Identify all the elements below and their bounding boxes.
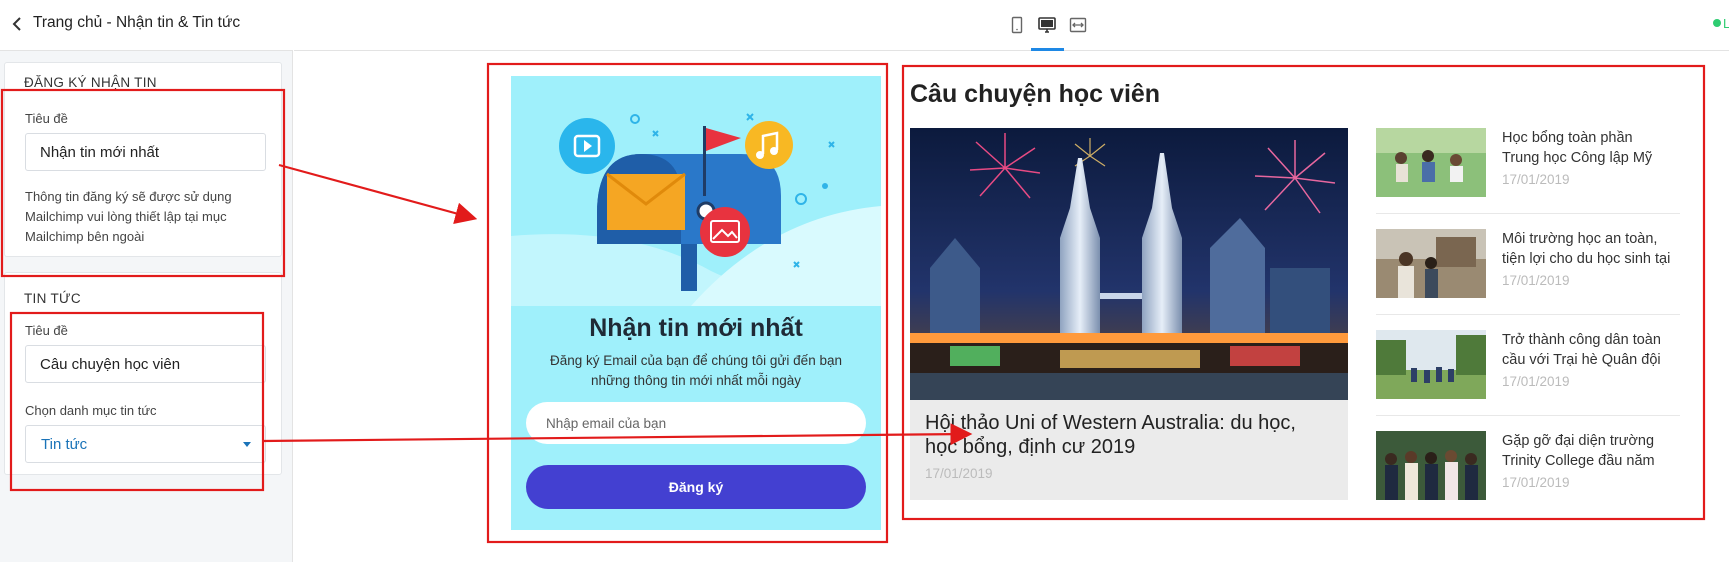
news-item-date: 17/01/2019 <box>1502 374 1570 389</box>
fullwidth-icon[interactable] <box>1067 14 1089 36</box>
newsletter-block: Nhận tin mới nhất Đăng ký Email của bạn … <box>511 76 881 530</box>
featured-article-title: Hội thảo Uni of Western Australia: du họ… <box>925 412 1296 458</box>
featured-article[interactable]: Hội thảo Uni of Western Australia: du họ… <box>910 128 1348 500</box>
news-list-item[interactable]: Trở thành công dân toàn cầu với Trại hè … <box>1376 330 1681 400</box>
subscribe-title-input[interactable] <box>25 133 266 171</box>
featured-article-date: 17/01/2019 <box>925 466 993 481</box>
news-thumbnail <box>1376 229 1486 298</box>
subscribe-button[interactable]: Đăng ký <box>526 465 866 509</box>
mobile-icon[interactable] <box>1006 14 1028 36</box>
news-item-date: 17/01/2019 <box>1502 273 1570 288</box>
back-arrow-icon[interactable] <box>6 13 28 35</box>
news-category-label: Chọn danh mục tin tức <box>25 403 157 418</box>
news-category-value: Tin tức <box>41 436 88 453</box>
status-text: L <box>1723 16 1729 31</box>
newsletter-title: Nhận tin mới nhất <box>589 314 803 342</box>
email-input[interactable] <box>526 402 866 444</box>
news-section-heading: TIN TỨC <box>24 291 81 306</box>
list-divider <box>1376 314 1680 315</box>
subscribe-settings-card: ĐĂNG KÝ NHẬN TIN Tiêu đề Thông tin đăng … <box>4 62 282 257</box>
news-category-select[interactable]: Tin tức <box>25 425 266 463</box>
news-settings-card: TIN TỨC Tiêu đề Chọn danh mục tin tức Ti… <box>4 272 282 475</box>
featured-article-image <box>910 128 1348 400</box>
news-item-title: Gặp gỡ đại diện trường Trinity College đ… <box>1502 433 1655 469</box>
mailchimp-help-text: Thông tin đăng ký sẽ được sử dụng Mailch… <box>25 189 232 244</box>
news-item-date: 17/01/2019 <box>1502 172 1570 187</box>
list-divider <box>1376 415 1680 416</box>
active-device-indicator <box>1031 48 1064 51</box>
list-divider <box>1376 213 1680 214</box>
subscribe-section-heading: ĐĂNG KÝ NHẬN TIN <box>24 75 157 90</box>
news-item-date: 17/01/2019 <box>1502 475 1570 490</box>
news-item-title: Môi trường học an toàn, tiện lợi cho du … <box>1502 231 1671 267</box>
settings-sidebar: Trang chủ - Nhận tin & Tin tức ĐĂNG KÝ N… <box>0 0 293 562</box>
news-item-title: Trở thành công dân toàn cầu với Trại hè … <box>1502 332 1661 368</box>
news-item-title: Học bổng toàn phần Trung học Công lập Mỹ <box>1502 130 1653 166</box>
sidebar-header: Trang chủ - Nhận tin & Tin tức <box>0 0 293 51</box>
news-list-item[interactable]: Môi trường học an toàn, tiện lợi cho du … <box>1376 229 1681 299</box>
mailbox-illustration <box>511 113 881 306</box>
news-title-input[interactable] <box>25 345 266 383</box>
news-thumbnail <box>1376 431 1486 500</box>
news-title-label: Tiêu đề <box>25 323 68 338</box>
news-section-title: Câu chuyện học viên <box>910 80 1161 108</box>
caret-down-icon <box>243 442 251 447</box>
newsletter-description: Đăng ký Email của bạn để chúng tôi gửi đ… <box>550 353 842 388</box>
news-list-item[interactable]: Học bổng toàn phần Trung học Công lập Mỹ… <box>1376 128 1681 198</box>
subscribe-title-label: Tiêu đề <box>25 111 68 126</box>
status-dot-icon <box>1713 19 1721 27</box>
news-thumbnail <box>1376 330 1486 399</box>
news-list-item[interactable]: Gặp gỡ đại diện trường Trinity College đ… <box>1376 431 1681 501</box>
sidebar-title: Trang chủ - Nhận tin & Tin tức <box>33 14 241 31</box>
desktop-icon[interactable] <box>1036 14 1058 36</box>
news-thumbnail <box>1376 128 1486 197</box>
